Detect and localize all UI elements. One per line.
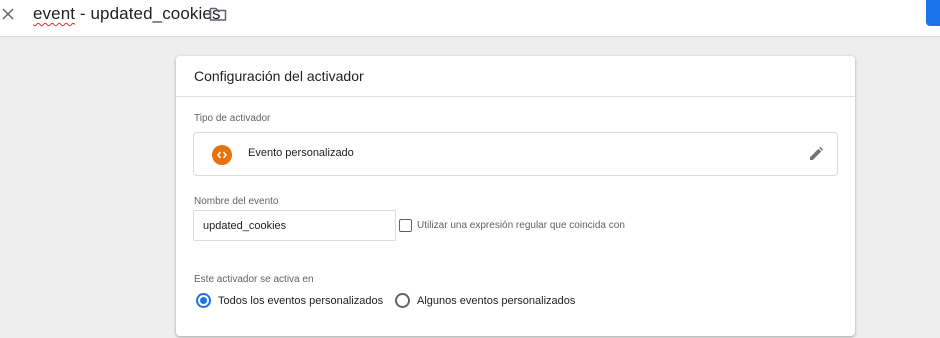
radio-some-custom-events[interactable] bbox=[395, 293, 410, 308]
custom-event-icon bbox=[212, 145, 232, 165]
radio-all-custom-events[interactable] bbox=[196, 293, 211, 308]
trigger-title[interactable]: event - updated_cookies bbox=[33, 4, 221, 24]
fires-on-label: Este activador se activa en bbox=[194, 274, 314, 285]
trigger-configuration-card: Configuración del activador Tipo de acti… bbox=[176, 56, 855, 336]
close-icon[interactable] bbox=[0, 5, 16, 23]
title-rest: - updated_cookies bbox=[75, 4, 221, 23]
pencil-icon[interactable] bbox=[808, 146, 824, 162]
folder-icon[interactable] bbox=[209, 6, 227, 22]
title-event-word: event bbox=[33, 4, 76, 23]
radio-all-custom-events-label[interactable]: Todos los eventos personalizados bbox=[218, 295, 383, 307]
trigger-type-label: Tipo de activador bbox=[194, 113, 271, 124]
trigger-type-name: Evento personalizado bbox=[248, 147, 354, 159]
radio-some-custom-events-label[interactable]: Algunos eventos personalizados bbox=[417, 295, 575, 307]
regex-checkbox[interactable] bbox=[399, 219, 412, 232]
event-name-label: Nombre del evento bbox=[194, 196, 279, 207]
top-bar: event - updated_cookies bbox=[0, 0, 940, 37]
save-button[interactable] bbox=[926, 0, 940, 26]
card-title: Configuración del activador bbox=[176, 56, 855, 97]
regex-checkbox-label[interactable]: Utilizar una expresión regular que coinc… bbox=[417, 220, 625, 231]
event-name-input[interactable] bbox=[193, 210, 396, 241]
trigger-type-selector[interactable]: Evento personalizado bbox=[193, 132, 838, 176]
